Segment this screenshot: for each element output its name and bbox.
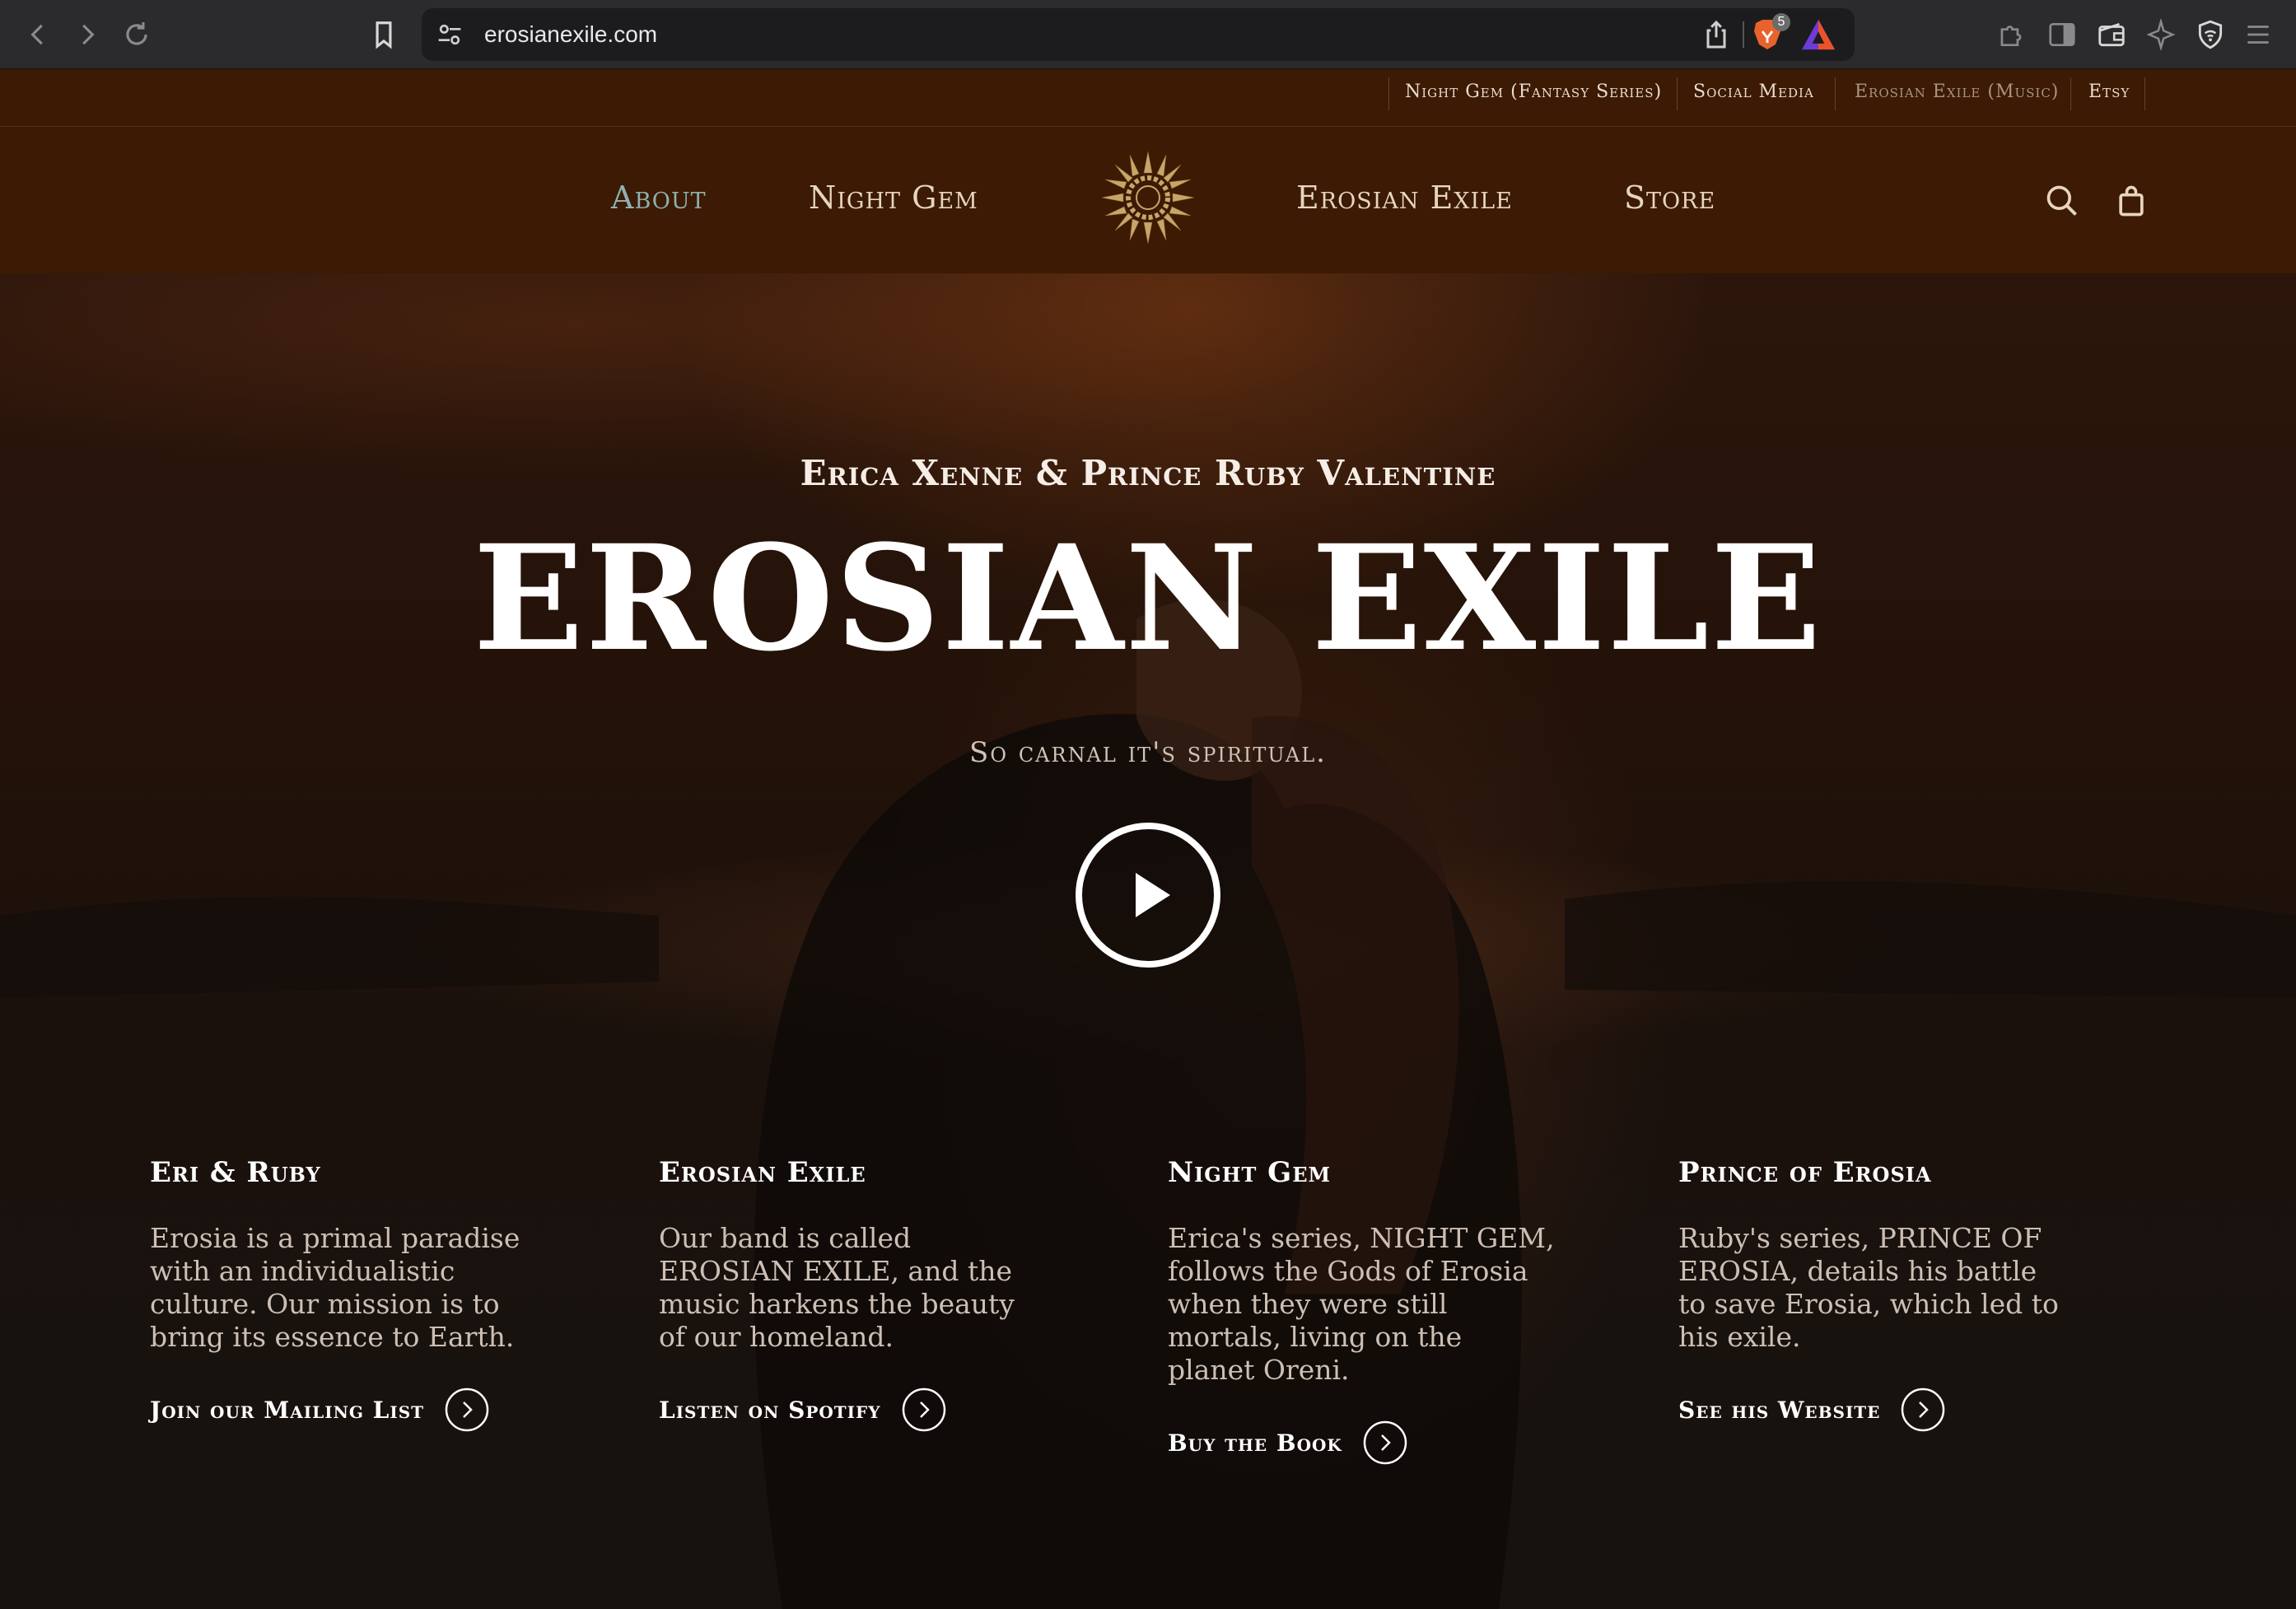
hero-subtitle: Erica Xenne & Prince Ruby Valentine [800,453,1496,493]
column-heading: Eri & Ruby [150,1156,321,1189]
forward-button[interactable] [66,13,109,56]
play-icon [1136,873,1170,917]
vpn-button[interactable] [2189,13,2232,56]
sidebar-button[interactable] [2041,13,2084,56]
wallet-icon [2098,22,2125,47]
arrow-circle-icon [1902,1387,1945,1432]
divider [1388,77,1389,110]
topbar-link-social-media[interactable]: Social Media [1693,69,1814,115]
join-mailing-list-link[interactable]: Join our Mailing List [150,1387,537,1433]
divider [1677,77,1678,110]
hamburger-icon [2247,26,2269,44]
topbar-link-etsy[interactable]: Etsy [2088,69,2130,115]
feature-column-night-gem: Night Gem Erica's series, NIGHT GEM, fol… [1168,1156,1555,1466]
sparkle-icon [2146,19,2176,50]
nav-erosian-exile[interactable]: Erosian Exile [1296,127,1513,268]
shield-count-badge: 5 [1772,13,1790,31]
sidebar-icon [2049,22,2075,47]
arrow-circle-icon [902,1387,945,1432]
search-icon[interactable] [2044,183,2080,219]
column-body: Erica's series, NIGHT GEM, follows the G… [1168,1222,1555,1386]
column-body: Erosia is a primal paradise with an indi… [150,1222,520,1353]
column-body: Our band is called EROSIAN EXILE, and th… [659,1222,1015,1353]
site-settings-icon[interactable] [433,18,466,51]
divider [2070,77,2071,110]
feature-column-prince-of-erosia: Prince of Erosia Ruby's series, PRINCE O… [1678,1156,2065,1433]
listen-on-spotify-link[interactable]: Listen on Spotify [659,1387,1046,1433]
rewards-triangle-icon[interactable] [1800,18,1836,51]
column-heading: Erosian Exile [659,1156,866,1189]
utility-bar: Night Gem (Fantasy Series) Social Media … [0,69,2296,127]
address-divider [1743,21,1744,48]
cta-label: See his Website [1678,1396,1881,1424]
feature-column-erosian-exile: Erosian Exile Our band is called EROSIAN… [659,1156,1046,1433]
buy-the-book-link[interactable]: Buy the Book [1168,1420,1555,1466]
extensions-button[interactable] [1990,13,2032,56]
brave-shields-button[interactable]: 5 [1748,13,1790,54]
reload-icon [126,21,147,45]
cta-label: Join our Mailing List [150,1396,425,1424]
column-body: Ruby's series, PRINCE OF EROSIA, details… [1678,1222,2059,1353]
cta-label: Buy the Book [1168,1429,1342,1457]
shield-wifi-icon [2198,20,2223,49]
chevron-left-icon [30,24,43,45]
column-heading: Prince of Erosia [1678,1156,1932,1189]
main-nav: About Night Gem Erosian Exile Store [0,127,2296,273]
hero-section: Erica Xenne & Prince Ruby Valentine EROS… [0,273,2296,1609]
sun-logo-icon[interactable] [1099,148,1197,247]
shopping-bag-icon[interactable] [2113,183,2149,219]
hero-tagline: So carnal it's spiritual. [969,736,1327,769]
topbar-link-night-gem[interactable]: Night Gem (Fantasy Series) [1405,69,1662,115]
menu-button[interactable] [2237,13,2280,56]
back-button[interactable] [16,13,59,56]
leo-ai-button[interactable] [2140,13,2182,56]
address-bar[interactable]: erosianexile.com 5 [422,8,1855,61]
play-video-button[interactable] [1073,820,1223,970]
puzzle-icon [2000,26,2022,47]
divider [1835,77,1836,110]
feature-column-eri-ruby: Eri & Ruby Erosia is a primal paradise w… [150,1156,537,1433]
reload-button[interactable] [115,13,158,56]
share-icon[interactable] [1700,18,1733,51]
cta-label: Listen on Spotify [659,1396,881,1424]
divider [2144,77,2145,110]
topbar-link-erosian-exile-music[interactable]: Erosian Exile (Music) [1855,69,2059,115]
wallet-button[interactable] [2090,13,2133,56]
nav-store[interactable]: Store [1624,127,1715,268]
chevron-right-icon [82,24,95,45]
column-heading: Night Gem [1168,1156,1332,1189]
browser-toolbar: erosianexile.com 5 [0,0,2296,69]
hero-title: EROSIAN EXILE [473,513,1823,683]
arrow-circle-icon [445,1387,489,1432]
nav-about[interactable]: About [611,127,707,268]
bookmark-button[interactable] [362,13,405,56]
nav-night-gem[interactable]: Night Gem [809,127,978,268]
bookmark-icon [376,21,392,49]
arrow-circle-icon [1363,1420,1407,1465]
url-text[interactable]: erosianexile.com [484,8,657,61]
see-his-website-link[interactable]: See his Website [1678,1387,2065,1433]
